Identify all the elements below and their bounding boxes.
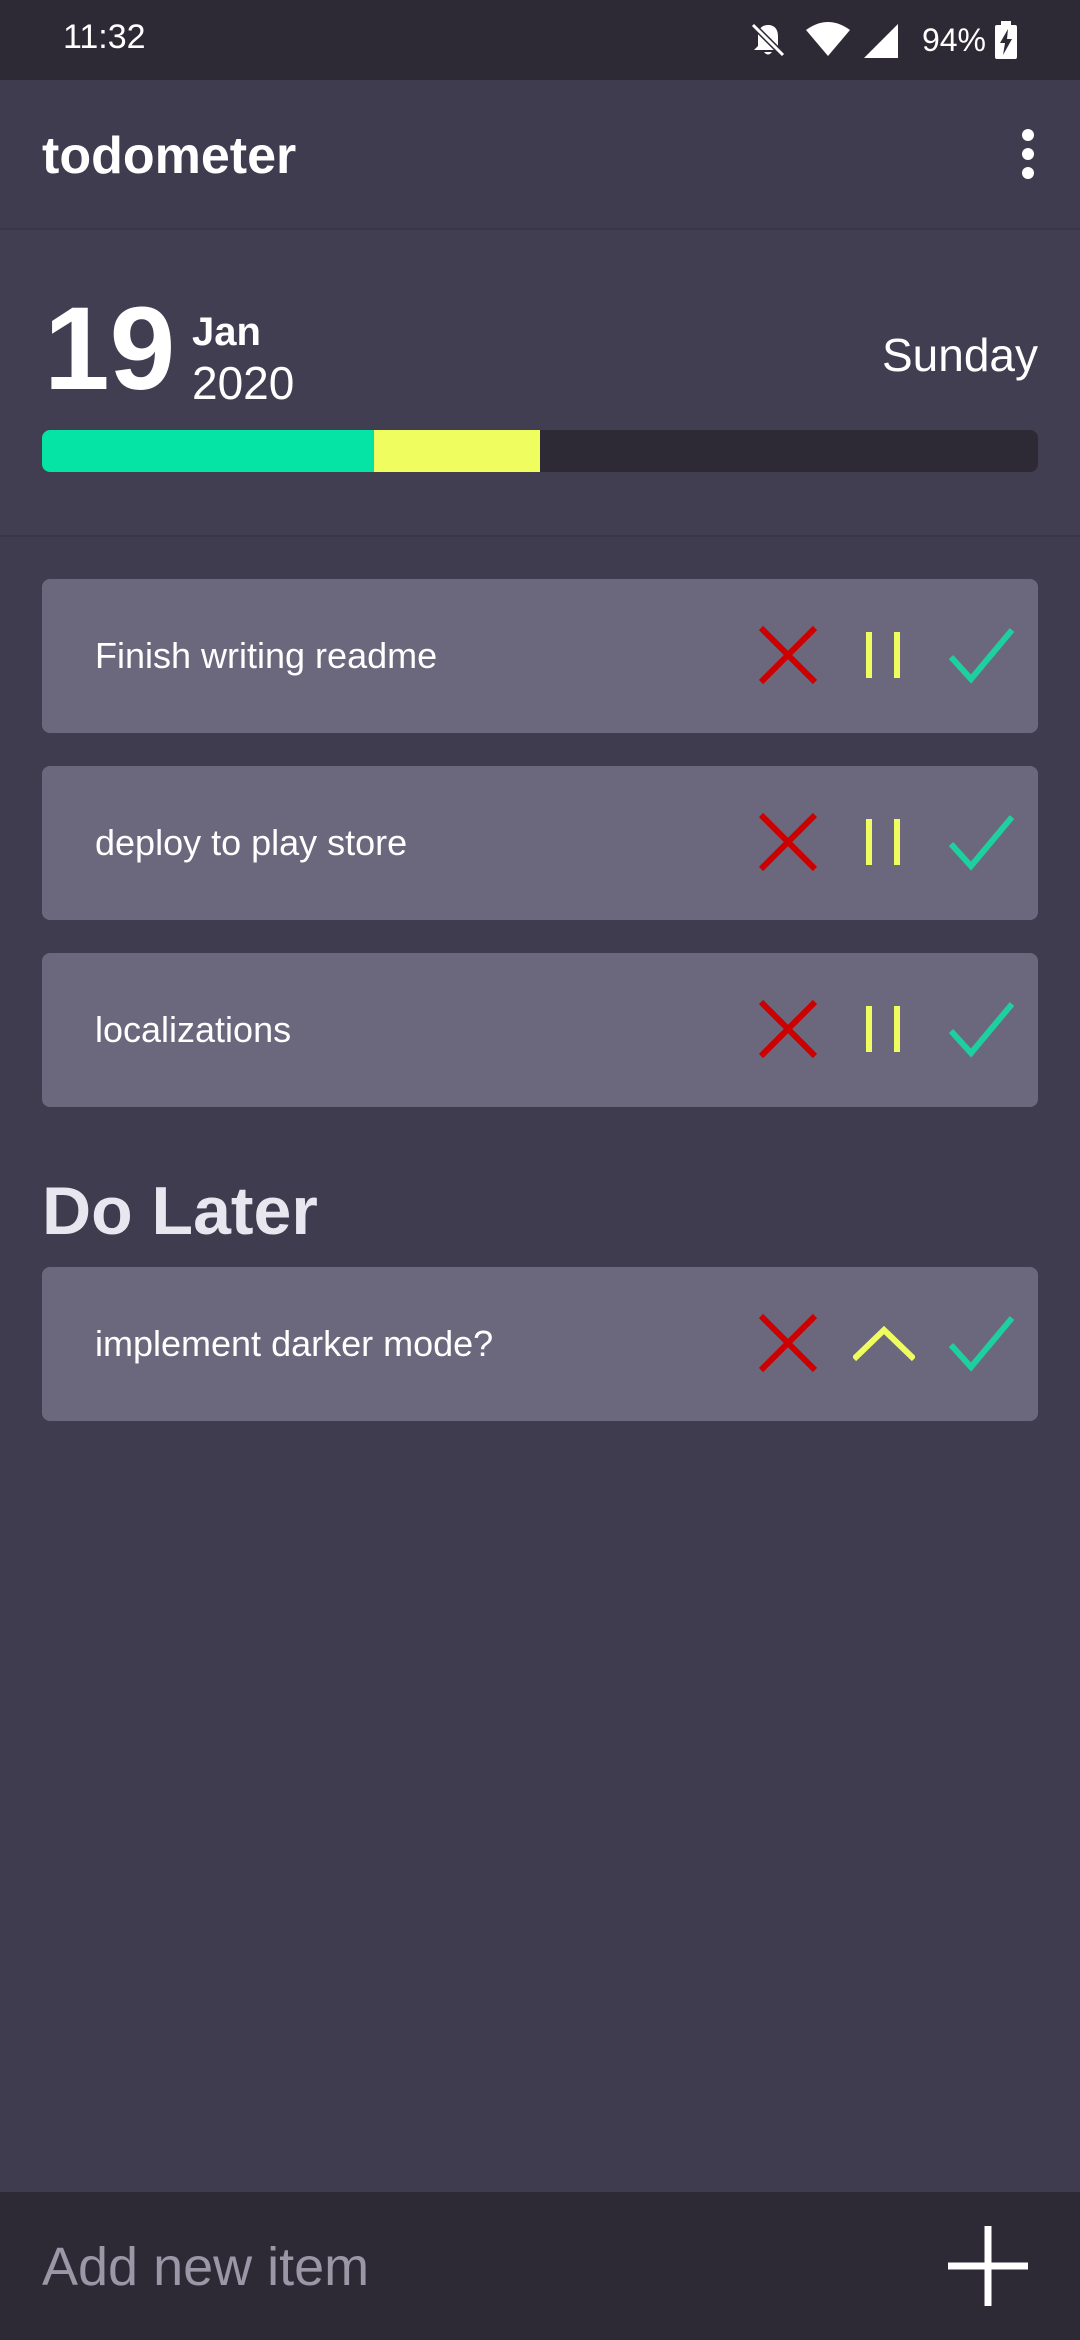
complete-button[interactable] xyxy=(948,624,1014,686)
date-month: Jan xyxy=(192,310,261,354)
complete-button[interactable] xyxy=(948,1312,1014,1374)
task-label: localizations xyxy=(95,1009,292,1050)
add-item-input[interactable] xyxy=(42,2236,902,2298)
delete-button[interactable] xyxy=(758,624,818,686)
pause-button[interactable] xyxy=(853,624,913,686)
complete-button[interactable] xyxy=(948,998,1014,1060)
status-time: 11:32 xyxy=(63,18,146,56)
delete-icon xyxy=(758,812,818,872)
complete-icon xyxy=(948,1316,1014,1372)
task-item: Finish writing readme xyxy=(42,579,1038,733)
date-year: 2020 xyxy=(192,357,295,409)
task-label: deploy to play store xyxy=(95,822,408,863)
pause-icon xyxy=(866,632,900,678)
delete-icon xyxy=(758,625,818,685)
date-day: 19 xyxy=(44,283,176,415)
add-item-button[interactable] xyxy=(944,2222,1032,2310)
pause-button[interactable] xyxy=(853,998,913,1060)
progress-paused xyxy=(373,430,540,472)
delete-button[interactable] xyxy=(758,998,818,1060)
resume-button[interactable] xyxy=(853,1312,915,1374)
progress-completed xyxy=(42,430,374,472)
plus-icon xyxy=(948,2226,1028,2306)
complete-icon xyxy=(948,628,1014,684)
notifications-off-icon xyxy=(748,20,788,60)
add-item-bar xyxy=(0,2192,1080,2340)
battery-percent: 94% xyxy=(921,21,986,58)
task-item: localizations xyxy=(42,953,1038,1107)
complete-button[interactable] xyxy=(948,811,1014,873)
do-later-heading: Do Later xyxy=(42,1173,318,1249)
do-later-item: implement darker mode? xyxy=(42,1267,1038,1421)
task-label: implement darker mode? xyxy=(95,1323,494,1364)
cell-signal-icon xyxy=(862,20,900,60)
delete-button[interactable] xyxy=(758,811,818,873)
task-actions xyxy=(758,624,1014,686)
date-panel: 19 Jan 2020 Sunday xyxy=(0,230,1080,537)
status-icons: 94% xyxy=(748,14,1018,66)
date-weekday: Sunday xyxy=(881,329,1038,381)
pause-button[interactable] xyxy=(853,811,913,873)
pause-icon xyxy=(866,819,900,865)
task-actions xyxy=(758,1312,1014,1374)
more-options-button[interactable] xyxy=(996,120,1060,190)
delete-icon xyxy=(758,1313,818,1373)
task-actions xyxy=(758,811,1014,873)
complete-icon xyxy=(948,815,1014,871)
status-bar: 11:32 94% xyxy=(0,0,1080,80)
resume-icon xyxy=(853,1325,915,1362)
battery-charging-icon xyxy=(994,20,1018,60)
pause-icon xyxy=(866,1006,900,1052)
more-vert-icon xyxy=(1022,129,1034,179)
progress-bar xyxy=(42,430,1038,472)
delete-icon xyxy=(758,999,818,1059)
task-actions xyxy=(758,998,1014,1060)
app-title: todometer xyxy=(42,127,297,185)
delete-button[interactable] xyxy=(758,1312,818,1374)
complete-icon xyxy=(948,1002,1014,1058)
wifi-icon xyxy=(804,20,852,60)
app-bar: todometer xyxy=(0,80,1080,230)
task-label: Finish writing readme xyxy=(95,635,438,676)
task-item: deploy to play store xyxy=(42,766,1038,920)
